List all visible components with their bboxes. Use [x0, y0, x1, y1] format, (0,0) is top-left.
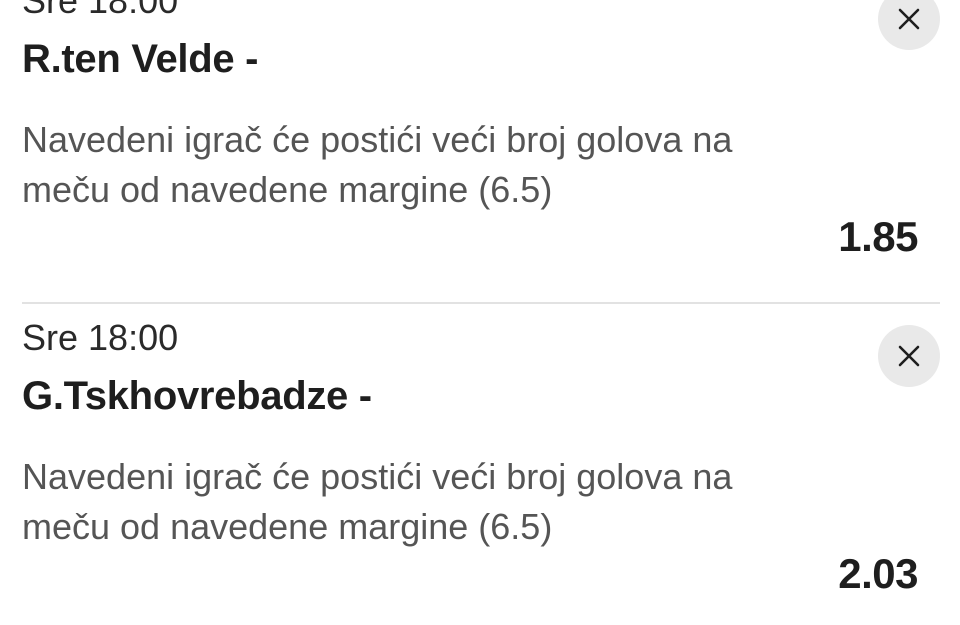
- player-name: R.ten Velde -: [22, 37, 259, 81]
- odds-value: 1.85: [838, 213, 918, 260]
- close-icon: [898, 8, 920, 30]
- odds-value: 2.03: [838, 550, 918, 597]
- remove-bet-button[interactable]: [878, 325, 940, 387]
- divider: [22, 302, 940, 304]
- player-name: G.Tskhovrebadze -: [22, 374, 372, 418]
- bet-slip-item: Sre 18:00 G.Tskhovrebadze - Navedeni igr…: [0, 317, 960, 617]
- bet-description: Navedeni igrač će postići veći broj golo…: [22, 119, 733, 210]
- close-icon: [898, 345, 920, 367]
- match-time: Sre 18:00: [22, 0, 179, 21]
- bet-description: Navedeni igrač će postići veći broj golo…: [22, 456, 733, 547]
- remove-bet-button[interactable]: [878, 0, 940, 50]
- match-time: Sre 18:00: [22, 317, 179, 358]
- bet-slip-item: Sre 18:00 R.ten Velde - Navedeni igrač ć…: [0, 0, 960, 280]
